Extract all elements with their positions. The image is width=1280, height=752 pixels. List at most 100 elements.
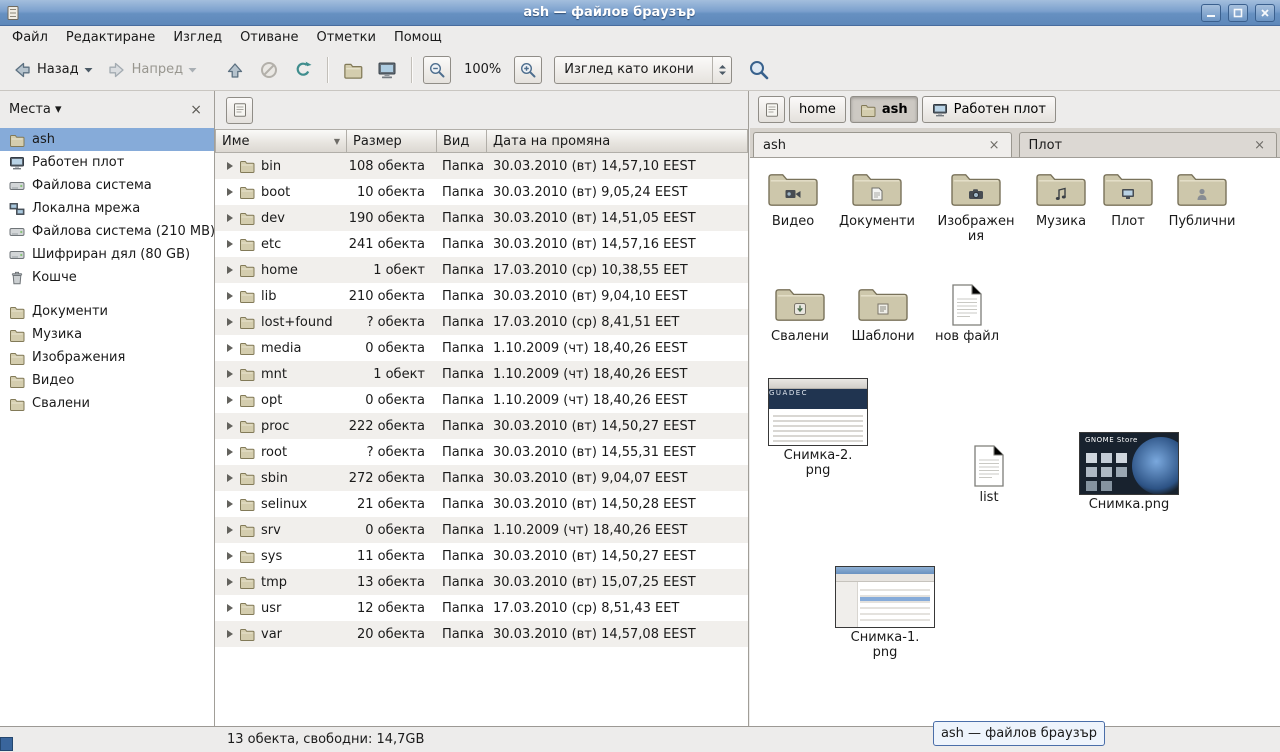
icon-item-video-folder[interactable]: Видео bbox=[750, 168, 838, 230]
sidebar-item-video[interactable]: Видео bbox=[0, 369, 214, 392]
tab-ash[interactable]: ash× bbox=[753, 132, 1012, 157]
expander-icon[interactable] bbox=[227, 422, 233, 430]
back-button[interactable]: Назад bbox=[6, 56, 99, 84]
table-row-lib[interactable]: lib210 обектаПапка30.03.2010 (вт) 9,04,1… bbox=[215, 283, 748, 309]
table-row-home[interactable]: home1 обектПапка17.03.2010 (ср) 10,38,55… bbox=[215, 257, 748, 283]
expander-icon[interactable] bbox=[227, 266, 233, 274]
sidebar-close-icon[interactable]: × bbox=[187, 102, 205, 118]
table-row-usr[interactable]: usr12 обектаПапка17.03.2010 (ср) 8,51,43… bbox=[215, 595, 748, 621]
sidebar-item-trash[interactable]: Кошче bbox=[0, 266, 214, 289]
sidebar-item-ash[interactable]: ash bbox=[0, 128, 214, 151]
table-row-media[interactable]: media0 обектаПапка1.10.2009 (чт) 18,40,2… bbox=[215, 335, 748, 361]
expander-icon[interactable] bbox=[227, 344, 233, 352]
icon-item-downloads-folder[interactable]: Свалени bbox=[755, 283, 845, 345]
menu-view[interactable]: Изглед bbox=[164, 28, 231, 47]
table-row-srv[interactable]: srv0 обектаПапка1.10.2009 (чт) 18,40,26 … bbox=[215, 517, 748, 543]
expander-icon[interactable] bbox=[227, 474, 233, 482]
icon-view[interactable]: ВидеоДокументиИзображенияМузикаПлотПубли… bbox=[750, 158, 1280, 726]
icon-item-list-file[interactable]: list bbox=[944, 444, 1034, 506]
table-row-mnt[interactable]: mnt1 обектПапка1.10.2009 (чт) 18,40,26 E… bbox=[215, 361, 748, 387]
forward-button[interactable]: Напред bbox=[101, 56, 203, 84]
search-button[interactable] bbox=[742, 55, 776, 85]
tab-plot[interactable]: Плот× bbox=[1019, 132, 1278, 157]
sidebar-item-encrypted-80gb[interactable]: Шифриран дял (80 GB) bbox=[0, 243, 214, 266]
menu-edit[interactable]: Редактиране bbox=[57, 28, 164, 47]
column-header-type[interactable]: Вид bbox=[437, 129, 487, 153]
menu-help[interactable]: Помощ bbox=[385, 28, 451, 47]
minimize-button[interactable] bbox=[1201, 4, 1221, 22]
expander-icon[interactable] bbox=[227, 448, 233, 456]
icon-item-snimka-1-png[interactable]: Снимка-1.png bbox=[833, 566, 937, 660]
table-row-dev[interactable]: dev190 обектаПапка30.03.2010 (вт) 14,51,… bbox=[215, 205, 748, 231]
sidebar-item-filesystem[interactable]: Файлова система bbox=[0, 174, 214, 197]
menu-file[interactable]: Файл bbox=[3, 28, 57, 47]
expander-icon[interactable] bbox=[227, 240, 233, 248]
expander-icon[interactable] bbox=[227, 604, 233, 612]
maximize-button[interactable] bbox=[1228, 4, 1248, 22]
table-row-opt[interactable]: opt0 обектаПапка1.10.2009 (чт) 18,40,26 … bbox=[215, 387, 748, 413]
expander-icon[interactable] bbox=[227, 630, 233, 638]
icon-item-new-file[interactable]: нов файл bbox=[922, 283, 1012, 345]
reload-button[interactable] bbox=[287, 56, 319, 84]
expander-icon[interactable] bbox=[227, 292, 233, 300]
expander-icon[interactable] bbox=[227, 396, 233, 404]
menu-go[interactable]: Отиване bbox=[231, 28, 307, 47]
expander-icon[interactable] bbox=[227, 370, 233, 378]
sidebar-item-filesystem-210mb[interactable]: Файлова система (210 MB) bbox=[0, 220, 214, 243]
computer-button[interactable] bbox=[371, 56, 403, 84]
icon-item-documents-folder[interactable]: Документи bbox=[832, 168, 922, 230]
expander-icon[interactable] bbox=[227, 526, 233, 534]
view-mode-select[interactable]: Изглед като икони bbox=[554, 56, 732, 84]
menu-bookmarks[interactable]: Отметки bbox=[307, 28, 384, 47]
table-row-etc[interactable]: etc241 обектаПапка30.03.2010 (вт) 14,57,… bbox=[215, 231, 748, 257]
sidebar-item-desktop[interactable]: Работен плот bbox=[0, 151, 214, 174]
titlebar[interactable]: ash — файлов браузър bbox=[0, 0, 1280, 26]
expander-icon[interactable] bbox=[227, 188, 233, 196]
icon-item-public-folder[interactable]: Публични bbox=[1157, 168, 1247, 230]
table-row-sys[interactable]: sys11 обектаПапка30.03.2010 (вт) 14,50,2… bbox=[215, 543, 748, 569]
table-row-root[interactable]: root? обектаПапка30.03.2010 (вт) 14,55,3… bbox=[215, 439, 748, 465]
stop-button[interactable] bbox=[253, 56, 285, 84]
sidebar-item-local-network[interactable]: Локална мрежа bbox=[0, 197, 214, 220]
sidebar-item-documents[interactable]: Документи bbox=[0, 300, 214, 323]
sidebar-item-music[interactable]: Музика bbox=[0, 323, 214, 346]
column-header-date[interactable]: Дата на промяна bbox=[487, 129, 748, 153]
close-button[interactable] bbox=[1255, 4, 1275, 22]
zoom-in-button[interactable] bbox=[514, 56, 542, 84]
home-button[interactable] bbox=[337, 56, 369, 84]
path-button-desktop[interactable]: Работен плот bbox=[922, 96, 1056, 123]
expander-icon[interactable] bbox=[227, 500, 233, 508]
table-row-proc[interactable]: proc222 обектаПапка30.03.2010 (вт) 14,50… bbox=[215, 413, 748, 439]
up-button[interactable] bbox=[219, 56, 251, 84]
icon-item-snimka-2-png[interactable]: GUADECСнимка-2.png bbox=[766, 378, 870, 478]
expander-icon[interactable] bbox=[227, 578, 233, 586]
table-row-var[interactable]: var20 обектаПапка30.03.2010 (вт) 14,57,0… bbox=[215, 621, 748, 647]
table-row-tmp[interactable]: tmp13 обектаПапка30.03.2010 (вт) 15,07,2… bbox=[215, 569, 748, 595]
back-dropdown-icon[interactable] bbox=[84, 67, 93, 73]
path-button-home[interactable]: home bbox=[789, 96, 846, 123]
tab-close-icon[interactable]: × bbox=[1252, 138, 1267, 153]
sidebar-item-downloads[interactable]: Свалени bbox=[0, 392, 214, 415]
column-header-size[interactable]: Размер bbox=[347, 129, 437, 153]
icon-item-snimka-png[interactable]: GNOME StoreСнимка.png bbox=[1077, 432, 1181, 513]
tab-close-icon[interactable]: × bbox=[987, 138, 1002, 153]
table-row-boot[interactable]: boot10 обектаПапка30.03.2010 (вт) 9,05,2… bbox=[215, 179, 748, 205]
sidebar-item-pictures[interactable]: Изображения bbox=[0, 346, 214, 369]
path-button-ash[interactable]: ash bbox=[850, 96, 918, 123]
icon-item-pictures-folder[interactable]: Изображения bbox=[931, 168, 1021, 244]
table-row-lost+found[interactable]: lost+found? обектаПапка17.03.2010 (ср) 8… bbox=[215, 309, 748, 335]
path-button-root[interactable] bbox=[758, 96, 785, 123]
table-row-sbin[interactable]: sbin272 обектаПапка30.03.2010 (вт) 9,04,… bbox=[215, 465, 748, 491]
expander-icon[interactable] bbox=[227, 318, 233, 326]
expander-icon[interactable] bbox=[227, 214, 233, 222]
table-row-selinux[interactable]: selinux21 обектаПапка30.03.2010 (вт) 14,… bbox=[215, 491, 748, 517]
expander-icon[interactable] bbox=[227, 552, 233, 560]
icon-item-templates-folder[interactable]: Шаблони bbox=[838, 283, 928, 345]
taskbar-window-button[interactable]: ash — файлов браузър bbox=[933, 721, 1105, 746]
tree-path-root-button[interactable] bbox=[226, 97, 253, 124]
column-header-name[interactable]: Име▼ bbox=[215, 129, 347, 153]
expander-icon[interactable] bbox=[227, 162, 233, 170]
table-row-bin[interactable]: bin108 обектаПапка30.03.2010 (вт) 14,57,… bbox=[215, 153, 748, 179]
zoom-out-button[interactable] bbox=[423, 56, 451, 84]
places-selector[interactable]: Места ▾ bbox=[9, 102, 62, 117]
